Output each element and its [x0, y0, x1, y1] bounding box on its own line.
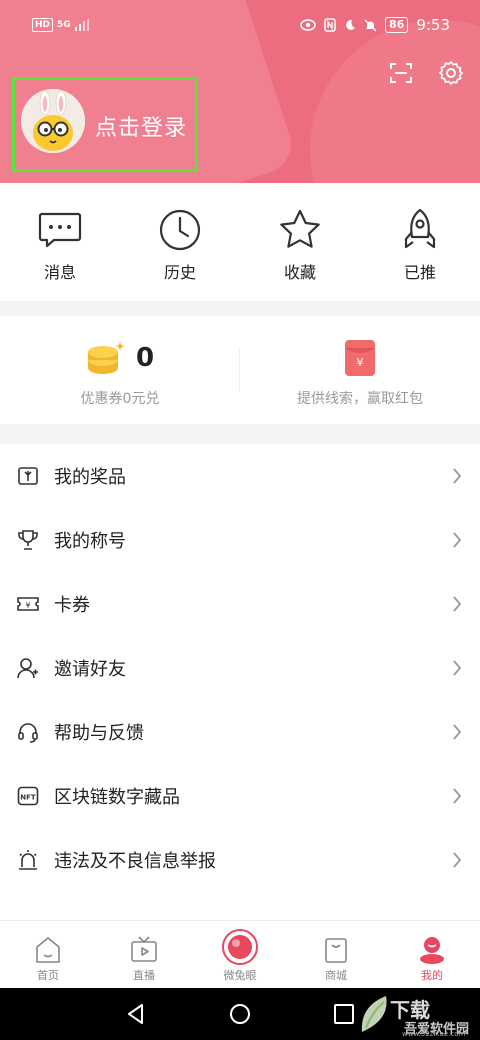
alarm-icon [19, 850, 37, 870]
status-bar: HD 5G 86 9:53 [0, 0, 480, 56]
quick-action-label: 已推 [403, 263, 436, 282]
menu-item-report[interactable]: 违法及不良信息举报 [0, 828, 480, 892]
star-icon [280, 209, 320, 248]
menu-label: 区块链数字藏品 [54, 787, 180, 808]
menu-label: 我的奖品 [54, 467, 126, 488]
trophy-icon [18, 530, 38, 550]
signal-icon [74, 19, 89, 31]
ticket-icon: ¥ [17, 597, 39, 611]
site-watermark: 下载 吾爱软件园 www.52zixue.com [356, 992, 476, 1038]
battery-indicator: 86 [385, 17, 409, 33]
chevron-right-icon [453, 788, 462, 804]
menu-item-invite[interactable]: 邀请好友 [0, 636, 480, 700]
mute-bell-icon [364, 19, 377, 31]
profile-icon [420, 937, 444, 964]
menu-item-nft[interactable]: NFT 区块链数字藏品 [0, 764, 480, 828]
menu-label: 我的称号 [54, 531, 126, 552]
bottom-tab-bar: 首页 直播 微兔眼 商城 我的 [0, 920, 480, 988]
nfc-icon [324, 18, 336, 32]
tab-home[interactable]: 首页 [0, 921, 96, 988]
tab-label: 直播 [133, 969, 155, 982]
rewards-card: 0 优惠券0元兑 ¥ 提供线索，赢取红包 [0, 316, 480, 424]
headset-icon [18, 723, 38, 743]
eye-ball-icon [222, 929, 258, 965]
hd-indicator: HD [32, 18, 54, 32]
back-icon[interactable] [124, 1002, 148, 1026]
coin-stack-icon [87, 342, 125, 374]
avatar[interactable] [21, 89, 85, 153]
chevron-right-icon [453, 596, 462, 612]
profile-header: HD 5G 86 9:53 点击登录 [0, 0, 480, 183]
tab-weituyan[interactable]: 微兔眼 [192, 921, 288, 988]
tab-mall[interactable]: 商城 [288, 921, 384, 988]
eye-comfort-icon [300, 19, 316, 31]
tab-label: 微兔眼 [223, 969, 257, 982]
clock-icon [159, 209, 201, 251]
chevron-right-icon [453, 724, 462, 740]
menu-label: 违法及不良信息举报 [54, 851, 216, 872]
tab-mine[interactable]: 我的 [384, 921, 480, 988]
tab-label: 首页 [37, 969, 59, 982]
watermark-url: www.52zixue.com [402, 1030, 466, 1038]
message-icon [38, 212, 82, 248]
clue-label: 提供线索，赢取红包 [297, 391, 423, 407]
coupon-label: 优惠券0元兑 [80, 391, 160, 407]
svg-text:¥: ¥ [357, 356, 364, 369]
coupon-count: 0 [135, 343, 155, 373]
settings-gear-icon[interactable] [438, 60, 464, 86]
menu-item-prizes[interactable]: 我的奖品 [0, 444, 480, 508]
shopping-bag-icon [325, 938, 347, 963]
svg-text:NFT: NFT [20, 794, 36, 802]
quick-action-label: 收藏 [283, 263, 316, 282]
menu-label: 卡券 [54, 595, 90, 616]
quick-action-label: 消息 [43, 263, 76, 282]
rabbit-avatar-icon [21, 89, 85, 153]
tab-label: 商城 [325, 969, 347, 982]
quick-action-messages[interactable]: 消息 [0, 183, 120, 301]
menu-label: 邀请好友 [54, 659, 126, 680]
moon-icon [346, 19, 355, 30]
quick-action-history[interactable]: 历史 [120, 183, 240, 301]
chevron-right-icon [453, 532, 462, 548]
coupon-section[interactable]: 0 优惠券0元兑 [0, 316, 240, 424]
red-envelope-icon: ¥ [345, 340, 375, 376]
chevron-right-icon [453, 852, 462, 868]
network-indicator: 5G [57, 19, 71, 30]
quick-action-label: 历史 [163, 263, 196, 282]
clue-section[interactable]: ¥ 提供线索，赢取红包 [240, 316, 480, 424]
tab-live[interactable]: 直播 [96, 921, 192, 988]
chevron-right-icon [453, 468, 462, 484]
quick-action-favorites[interactable]: 收藏 [240, 183, 360, 301]
quick-action-pushed[interactable]: 已推 [360, 183, 480, 301]
home-circle-icon[interactable] [228, 1002, 252, 1026]
login-area[interactable]: 点击登录 [12, 77, 198, 172]
scan-icon[interactable] [388, 60, 414, 86]
svg-text:¥: ¥ [25, 601, 30, 610]
chevron-right-icon [453, 660, 462, 676]
settings-menu: 我的奖品 我的称号 ¥ 卡券 邀请好友 帮助与反馈 NFT 区块链数字藏品 违法… [0, 444, 480, 920]
home-icon [36, 937, 60, 963]
menu-item-help[interactable]: 帮助与反馈 [0, 700, 480, 764]
rocket-icon [404, 208, 436, 249]
tab-label: 我的 [421, 969, 443, 982]
menu-label: 帮助与反馈 [54, 723, 144, 744]
menu-item-vouchers[interactable]: ¥ 卡券 [0, 572, 480, 636]
recents-icon[interactable] [332, 1002, 356, 1026]
login-label[interactable]: 点击登录 [95, 110, 187, 142]
gift-icon [18, 467, 38, 485]
clock: 9:53 [416, 16, 450, 34]
add-user-icon [17, 658, 38, 679]
nft-icon: NFT [17, 786, 39, 806]
menu-item-titles[interactable]: 我的称号 [0, 508, 480, 572]
profile-screen: HD 5G 86 9:53 点击登录 消息 历史 收藏 已推 0 优惠券0元兑 … [0, 0, 480, 1040]
quick-actions: 消息 历史 收藏 已推 [0, 183, 480, 301]
tv-icon [131, 936, 157, 962]
